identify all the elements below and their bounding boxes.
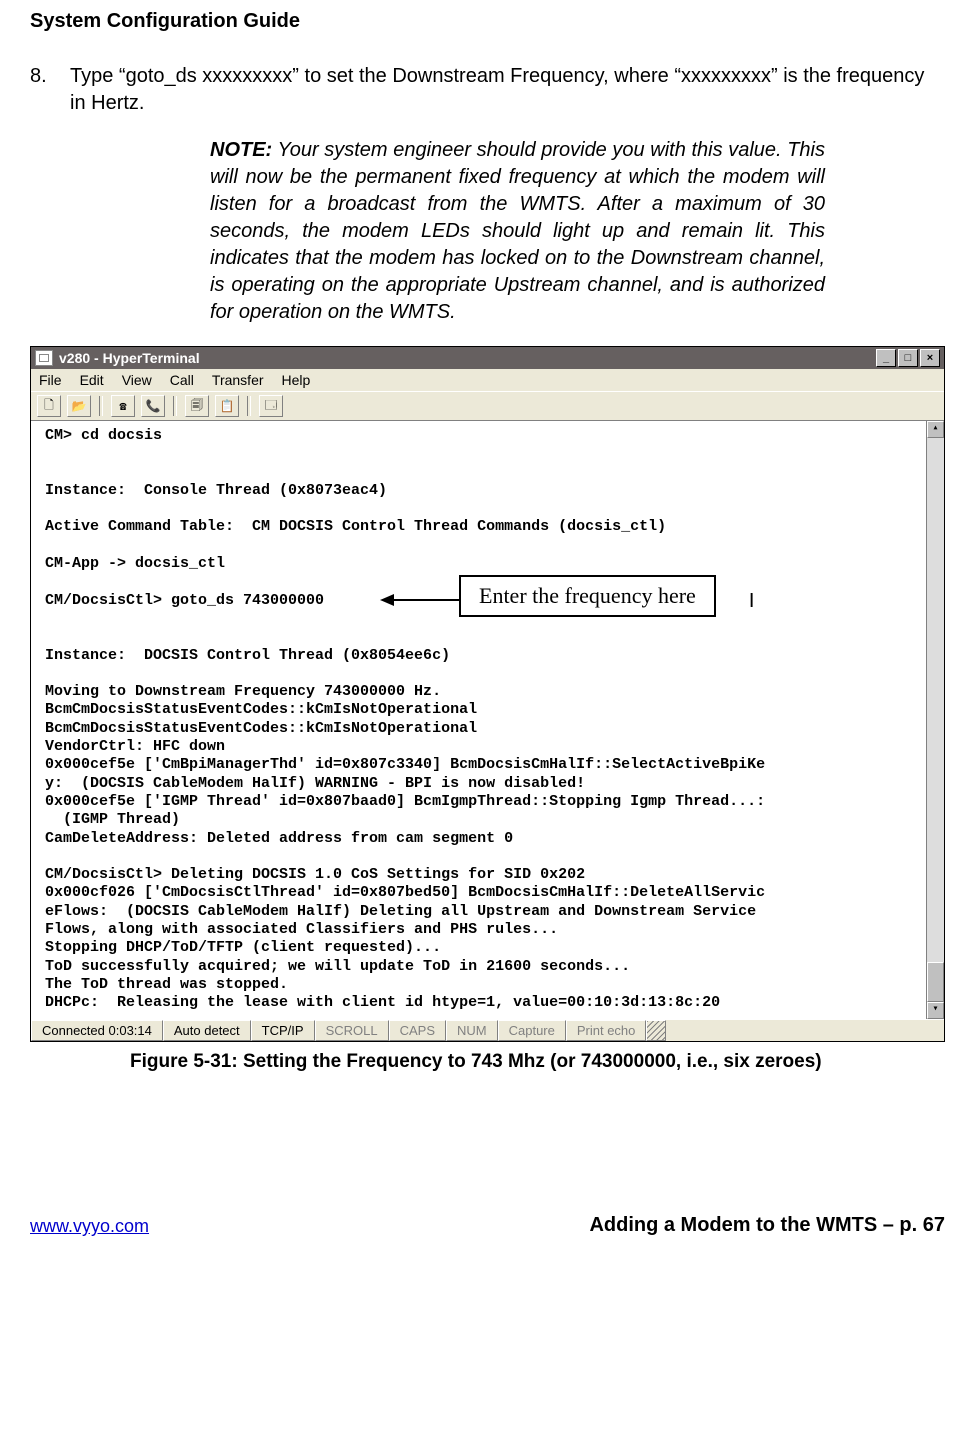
page-footer: www.vyyo.com Adding a Modem to the WMTS … [30, 1214, 945, 1237]
resize-grip-icon[interactable] [646, 1020, 666, 1041]
toolbar: 🗋 📂 ☎ 📞 🗐 📋 🗔 [31, 391, 944, 421]
menu-edit[interactable]: Edit [80, 372, 104, 388]
page-header: System Configuration Guide [30, 10, 945, 33]
close-button[interactable]: × [920, 349, 940, 367]
annotation-label: Enter the frequency here [459, 575, 716, 617]
step-text: Type “goto_ds xxxxxxxxx” to set the Down… [70, 63, 945, 117]
title-bar[interactable]: v280 - HyperTerminal _ □ × [31, 347, 944, 369]
status-scroll: SCROLL [315, 1020, 389, 1041]
status-detect: Auto detect [163, 1020, 251, 1041]
paste-icon[interactable]: 📋 [215, 395, 239, 417]
menu-help[interactable]: Help [282, 372, 311, 388]
vertical-scrollbar[interactable]: ▴ ▾ [926, 421, 944, 1019]
open-file-icon[interactable]: 📂 [67, 395, 91, 417]
scroll-down-icon[interactable]: ▾ [927, 1002, 944, 1019]
connect-icon[interactable]: ☎ [111, 395, 135, 417]
status-bar: Connected 0:03:14 Auto detect TCP/IP SCR… [31, 1019, 944, 1041]
hyperterminal-window: v280 - HyperTerminal _ □ × File Edit Vie… [30, 346, 945, 1042]
status-capture: Capture [498, 1020, 566, 1041]
status-connected: Connected 0:03:14 [31, 1020, 163, 1041]
note-label: NOTE: [210, 139, 272, 161]
minimize-button[interactable]: _ [876, 349, 896, 367]
toolbar-sep [247, 396, 251, 416]
menu-view[interactable]: View [122, 372, 152, 388]
terminal-output[interactable]: CM> cd docsis Instance: Console Thread (… [31, 421, 926, 1019]
menu-file[interactable]: File [39, 372, 62, 388]
window-title: v280 - HyperTerminal [59, 350, 200, 366]
figure-caption: Figure 5-31: Setting the Frequency to 74… [130, 1050, 825, 1075]
scroll-up-icon[interactable]: ▴ [927, 421, 944, 438]
menu-call[interactable]: Call [170, 372, 194, 388]
annotation-arrow-icon [380, 588, 460, 612]
menu-transfer[interactable]: Transfer [212, 372, 264, 388]
status-proto: TCP/IP [251, 1020, 315, 1041]
status-caps: CAPS [389, 1020, 446, 1041]
toolbar-sep [173, 396, 177, 416]
menu-bar: File Edit View Call Transfer Help [31, 369, 944, 391]
copy-icon[interactable]: 🗐 [185, 395, 209, 417]
status-echo: Print echo [566, 1020, 647, 1041]
step-8: 8. Type “goto_ds xxxxxxxxx” to set the D… [30, 63, 945, 117]
note-block: NOTE: Your system engineer should provid… [210, 137, 825, 326]
note-text: Your system engineer should provide you … [210, 139, 825, 323]
maximize-button[interactable]: □ [898, 349, 918, 367]
terminal-area: CM> cd docsis Instance: Console Thread (… [31, 421, 944, 1019]
properties-icon[interactable]: 🗔 [259, 395, 283, 417]
scroll-thumb[interactable] [927, 962, 944, 1002]
status-num: NUM [446, 1020, 498, 1041]
new-file-icon[interactable]: 🗋 [37, 395, 61, 417]
app-icon [35, 350, 53, 366]
toolbar-sep [99, 396, 103, 416]
step-number: 8. [30, 63, 70, 117]
footer-link[interactable]: www.vyyo.com [30, 1216, 149, 1237]
disconnect-icon[interactable]: 📞 [141, 395, 165, 417]
footer-page-info: Adding a Modem to the WMTS – p. 67 [589, 1214, 945, 1237]
